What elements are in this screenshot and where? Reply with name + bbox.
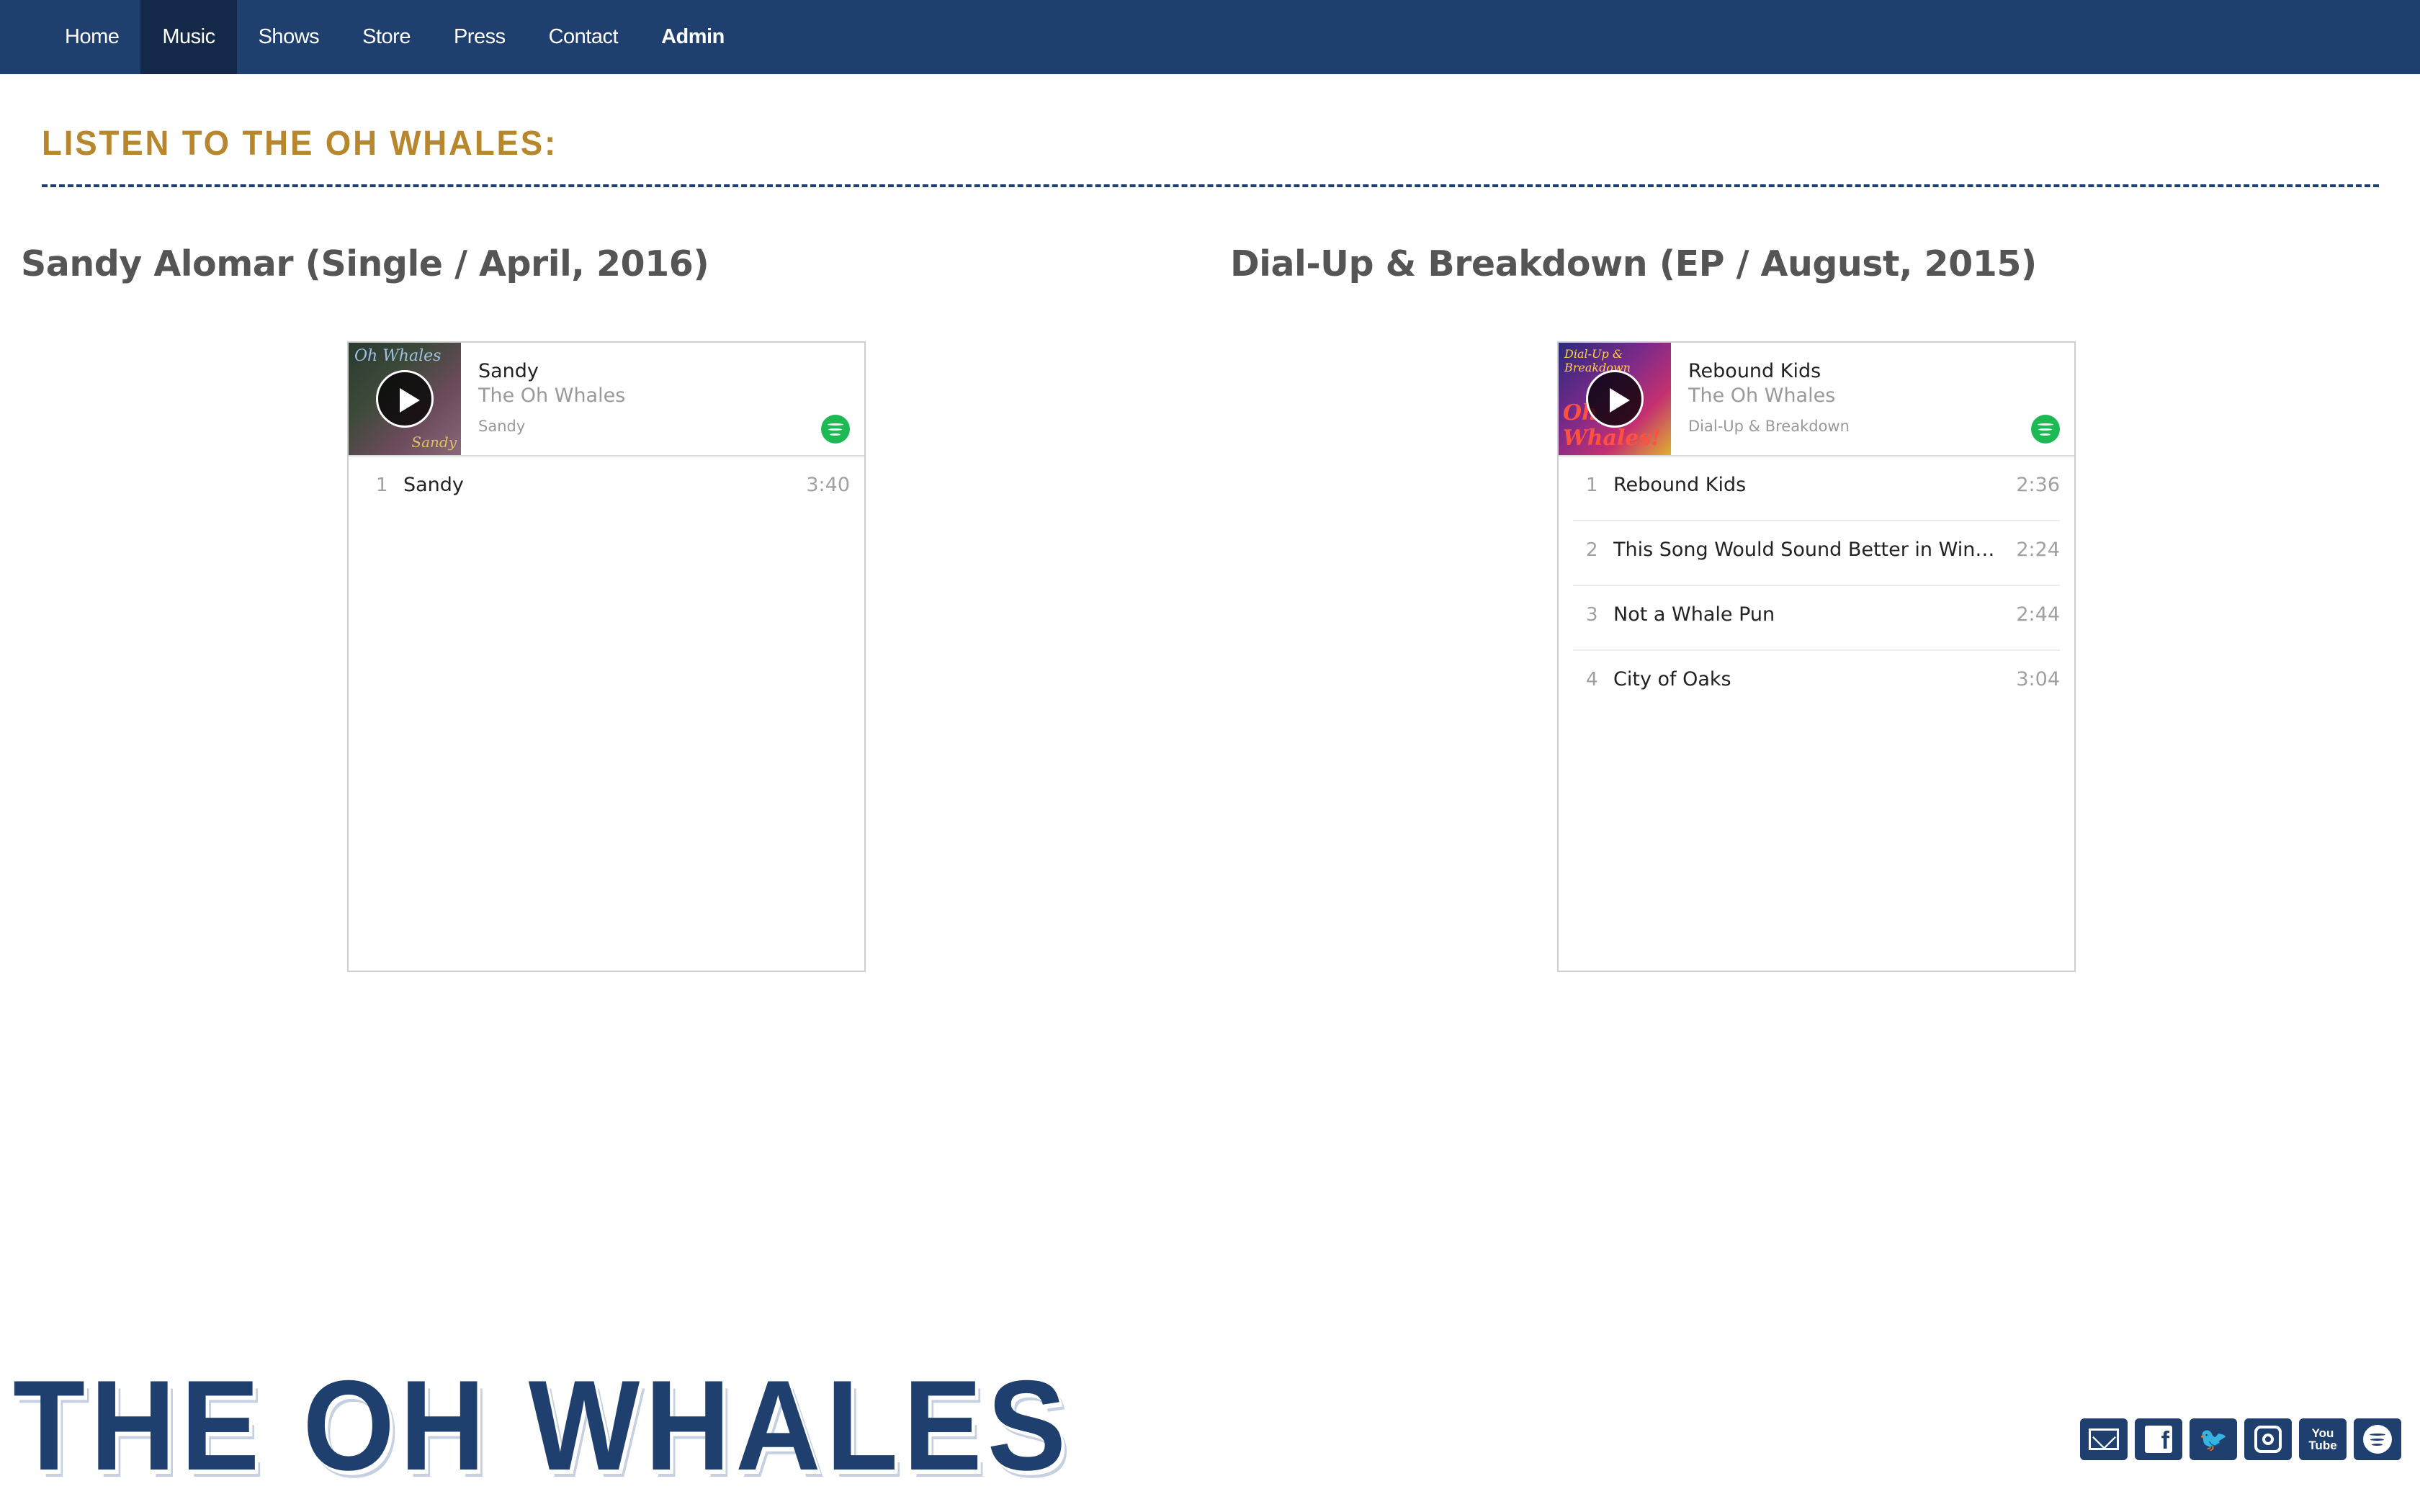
track-title: This Song Would Sound Better in Wingdin.…: [1613, 539, 1995, 561]
instagram-icon[interactable]: [2244, 1418, 2292, 1460]
album-cover: Oh Whales Sandy: [349, 343, 461, 455]
now-playing-artist[interactable]: The Oh Whales: [478, 384, 625, 407]
youtube-icon[interactable]: You Tube: [2299, 1418, 2347, 1460]
email-icon[interactable]: [2080, 1418, 2128, 1460]
player-header: Oh Whales Sandy Sandy The Oh Whales Sand…: [349, 343, 864, 456]
nav-admin[interactable]: Admin: [640, 0, 746, 74]
nav-press[interactable]: Press: [432, 0, 527, 74]
now-playing-artist[interactable]: The Oh Whales: [1688, 384, 1835, 407]
nav-list: Home Music Shows Store Press Contact Adm…: [43, 0, 746, 74]
track-row[interactable]: 1 Rebound Kids 2:36: [1573, 456, 2060, 521]
track-number: 2: [1586, 539, 1598, 561]
tracklist: 1 Sandy 3:40: [349, 456, 864, 521]
track-title: Rebound Kids: [1613, 474, 1747, 496]
cover-artwork-subtext: Sandy: [411, 433, 457, 451]
release-title-sandy-alomar: Sandy Alomar (Single / April, 2016): [21, 243, 709, 284]
player-header: Dial-Up & Breakdown Oh Whales! Rebound K…: [1559, 343, 2074, 456]
track-number: 4: [1586, 669, 1598, 690]
spotify-player-sandy: Oh Whales Sandy Sandy The Oh Whales Sand…: [347, 341, 866, 972]
nav-shows[interactable]: Shows: [237, 0, 341, 74]
track-number: 1: [1586, 474, 1598, 496]
track-title: Sandy: [403, 474, 464, 496]
track-row[interactable]: 4 City of Oaks 3:04: [1573, 651, 2060, 716]
track-duration: 2:24: [2016, 539, 2060, 561]
track-row[interactable]: 2 This Song Would Sound Better in Wingdi…: [1573, 521, 2060, 586]
spotify-logo-icon[interactable]: [821, 415, 850, 444]
track-title: Not a Whale Pun: [1613, 603, 1775, 626]
play-button[interactable]: [376, 370, 434, 428]
nav-home[interactable]: Home: [43, 0, 140, 74]
track-number: 3: [1586, 604, 1598, 626]
now-playing-album[interactable]: Dial-Up & Breakdown: [1688, 418, 1850, 435]
tracklist: 1 Rebound Kids 2:36 2 This Song Would So…: [1559, 456, 2074, 716]
release-title-dial-up-breakdown: Dial-Up & Breakdown (EP / August, 2015): [1230, 243, 2037, 284]
social-links: f 🐦 You Tube: [2080, 1418, 2401, 1460]
heading-divider: [42, 184, 2379, 187]
now-playing-album[interactable]: Sandy: [478, 418, 525, 435]
play-button[interactable]: [1586, 370, 1644, 428]
footer-logo: THE OH WHALES: [13, 1354, 1072, 1497]
spotify-logo-icon[interactable]: [2031, 415, 2060, 444]
track-duration: 2:36: [2016, 474, 2060, 496]
spotify-player-dial-up: Dial-Up & Breakdown Oh Whales! Rebound K…: [1557, 341, 2076, 972]
album-cover: Dial-Up & Breakdown Oh Whales!: [1559, 343, 1671, 455]
twitter-icon[interactable]: 🐦: [2190, 1418, 2237, 1460]
track-duration: 2:44: [2016, 603, 2060, 626]
now-playing-track[interactable]: Rebound Kids: [1688, 360, 1821, 382]
nav-music[interactable]: Music: [140, 0, 237, 74]
spotify-icon[interactable]: [2354, 1418, 2401, 1460]
facebook-icon[interactable]: f: [2135, 1418, 2182, 1460]
cover-artwork-text: Oh Whales: [354, 347, 442, 365]
page-heading: Listen to the Oh Whales:: [42, 125, 558, 163]
nav-store[interactable]: Store: [341, 0, 432, 74]
track-row[interactable]: 3 Not a Whale Pun 2:44: [1573, 586, 2060, 651]
track-row[interactable]: 1 Sandy 3:40: [363, 456, 850, 521]
track-duration: 3:40: [806, 474, 850, 496]
track-title: City of Oaks: [1613, 668, 1731, 690]
top-navbar: Home Music Shows Store Press Contact Adm…: [0, 0, 2420, 74]
track-duration: 3:04: [2016, 668, 2060, 690]
now-playing-track[interactable]: Sandy: [478, 360, 539, 382]
nav-contact[interactable]: Contact: [527, 0, 640, 74]
track-number: 1: [376, 474, 388, 496]
